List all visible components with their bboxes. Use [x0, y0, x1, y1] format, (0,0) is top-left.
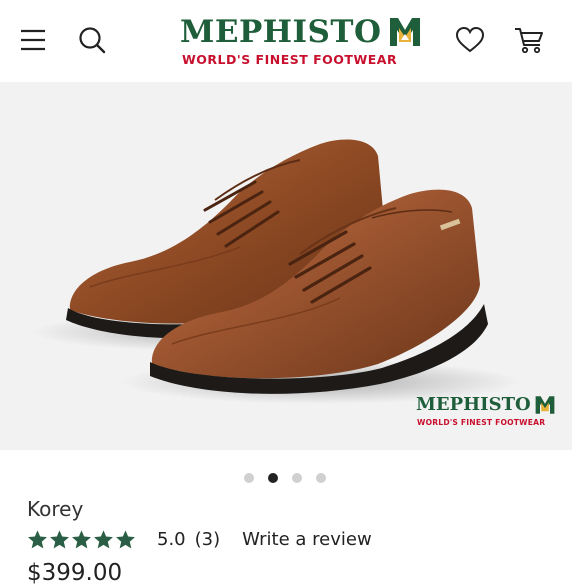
star-icon [72, 529, 91, 548]
rating-value: 5.0 [157, 528, 186, 550]
write-review-link[interactable]: Write a review [242, 529, 372, 550]
wishlist-button[interactable] [452, 22, 488, 58]
carousel-dot-active[interactable] [268, 473, 278, 483]
cart-icon [515, 28, 543, 54]
search-icon [79, 27, 106, 54]
rating-row: 5.0 (3) Write a review [27, 526, 372, 552]
watermark-emblem-icon [535, 396, 555, 414]
carousel-dot[interactable] [316, 473, 326, 483]
brand-emblem-icon [389, 18, 420, 46]
watermark-logo: MEPHISTO WORLD'S FINEST FOOTWEAR [416, 394, 556, 434]
brand-tagline: WORLD'S FINEST FOOTWEAR [182, 52, 398, 67]
star-rating [27, 529, 136, 550]
star-icon [50, 529, 69, 548]
star-icon [94, 529, 113, 548]
menu-icon [21, 29, 45, 51]
carousel-dot[interactable] [292, 473, 302, 483]
product-image[interactable]: MEPHISTO WORLD'S FINEST FOOTWEAR [0, 82, 572, 450]
brand-wordmark: MEPHISTO [180, 14, 382, 50]
menu-button[interactable] [16, 24, 50, 56]
carousel-indicators [244, 473, 326, 483]
carousel-dot[interactable] [244, 473, 254, 483]
watermark-wordmark: MEPHISTO [416, 394, 531, 415]
product-title: Korey [27, 497, 84, 521]
search-button[interactable] [74, 22, 110, 58]
star-icon [116, 529, 135, 548]
site-header: MEPHISTO WORLD'S FINEST FOOTWEAR [0, 0, 580, 82]
product-price: $399.00 [27, 560, 123, 586]
watermark-tagline: WORLD'S FINEST FOOTWEAR [417, 418, 546, 427]
heart-icon [455, 26, 485, 53]
brand-logo[interactable]: MEPHISTO WORLD'S FINEST FOOTWEAR [170, 10, 420, 72]
rating-count[interactable]: (3) [195, 529, 221, 550]
star-icon [28, 529, 47, 548]
cart-button[interactable] [510, 22, 548, 58]
